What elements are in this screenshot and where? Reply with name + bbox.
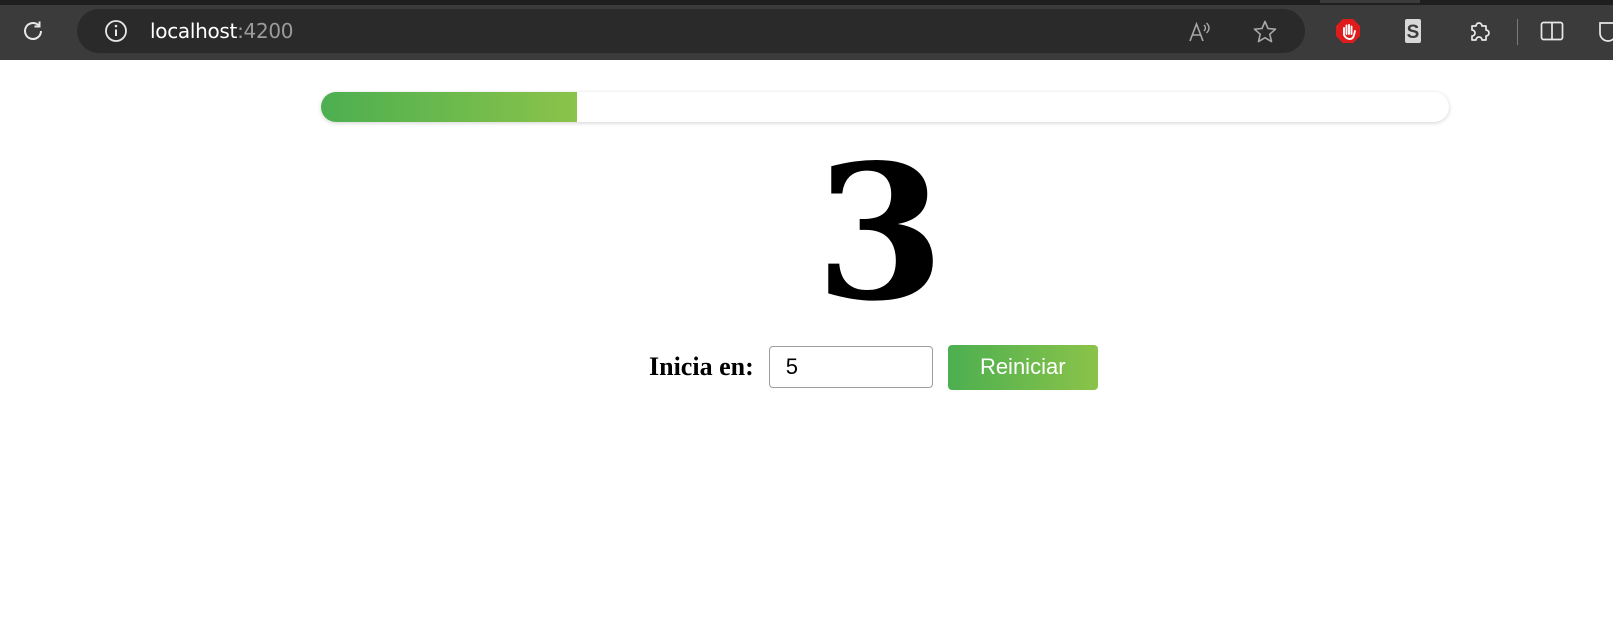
url-port: :4200 — [237, 19, 294, 43]
start-label: Inicia en: — [649, 352, 754, 381]
s-extension-icon[interactable]: S — [1400, 18, 1426, 44]
address-bar[interactable]: localhost:4200 — [77, 9, 1305, 53]
read-aloud-icon[interactable] — [1187, 19, 1213, 45]
favorite-star-icon[interactable] — [1252, 19, 1278, 45]
active-tab-edge — [1320, 0, 1420, 3]
url-text[interactable]: localhost:4200 — [150, 19, 294, 43]
countdown-number: 3 — [815, 123, 945, 342]
extensions-puzzle-icon[interactable] — [1467, 18, 1493, 44]
start-value-input[interactable] — [768, 346, 933, 388]
browser-toolbar: localhost:4200 S — [0, 0, 1613, 60]
progress-fill — [321, 92, 578, 122]
overflow-icon[interactable] — [1597, 18, 1613, 44]
toolbar-divider — [1517, 19, 1518, 45]
countdown-progress-bar — [321, 92, 1449, 122]
countdown-controls: Inicia en: Reiniciar — [649, 344, 1098, 390]
info-icon[interactable] — [104, 19, 128, 43]
svg-text:S: S — [1407, 22, 1420, 43]
stop-hand-extension-icon[interactable] — [1335, 18, 1361, 44]
reset-button[interactable]: Reiniciar — [947, 344, 1098, 390]
reload-icon[interactable] — [20, 18, 46, 44]
split-screen-icon[interactable] — [1539, 18, 1565, 44]
url-host: localhost — [150, 19, 238, 43]
